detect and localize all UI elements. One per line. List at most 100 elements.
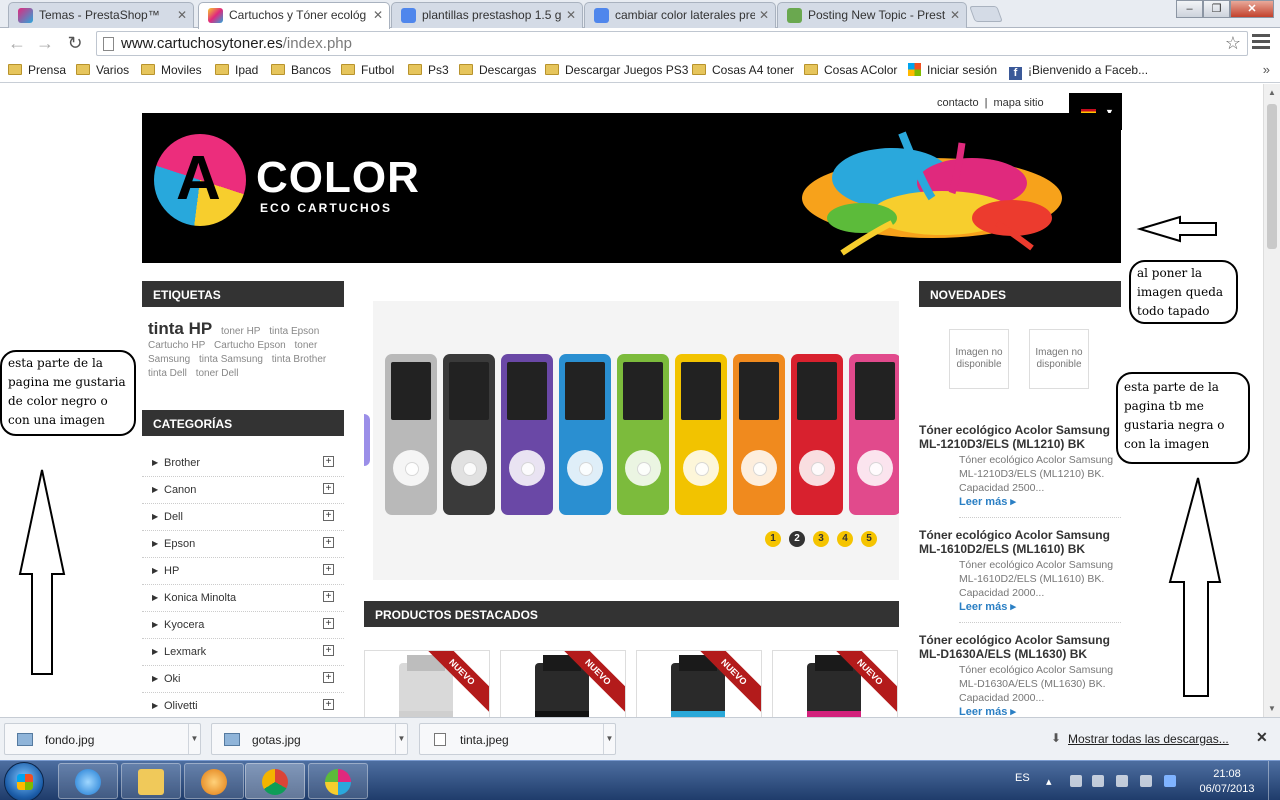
category-epson[interactable]: ▶ Epson +	[142, 531, 344, 558]
network-icon[interactable]	[1140, 775, 1152, 787]
bookmark-star-icon[interactable]: ☆	[1225, 33, 1241, 54]
new-tab-button[interactable]	[969, 6, 1003, 22]
show-all-downloads-link[interactable]: Mostrar todas las descargas...	[1051, 731, 1229, 746]
tag-link[interactable]: tinta Samsung	[199, 354, 263, 365]
scroll-down-icon[interactable]: ▼	[1268, 704, 1276, 713]
bookmark-bancos[interactable]: Bancos	[271, 63, 331, 77]
tag-link[interactable]: Cartucho HP	[148, 340, 205, 351]
tab-cambiar-color[interactable]: cambiar color laterales pre ✕	[584, 2, 776, 28]
product-card[interactable]: NUEVO	[636, 650, 762, 717]
show-desktop-button[interactable]	[1268, 761, 1280, 800]
product-title-link[interactable]: Tóner ecológico Acolor Samsung ML-1610D2…	[919, 528, 1121, 556]
product-card[interactable]: NUEVO	[772, 650, 898, 717]
input-language[interactable]: ES	[1015, 772, 1030, 784]
contact-link[interactable]: contacto	[937, 97, 979, 109]
image-slider[interactable]: 1 2 3 4 5	[373, 301, 899, 580]
close-tab-icon[interactable]: ✕	[950, 8, 960, 22]
tab-posting-new-topic[interactable]: Posting New Topic - Prest ✕	[777, 2, 967, 28]
slider-page-5[interactable]: 5	[861, 531, 877, 547]
product-title-link[interactable]: Tóner ecológico Acolor Samsung ML-1210D3…	[919, 423, 1121, 451]
volume-icon[interactable]	[1116, 775, 1128, 787]
category-kyocera[interactable]: ▶ Kyocera +	[142, 612, 344, 639]
sitemap-link[interactable]: mapa sitio	[993, 97, 1043, 109]
bookmark-ps3[interactable]: Ps3	[408, 63, 449, 77]
scroll-up-icon[interactable]: ▲	[1268, 88, 1276, 97]
chevron-down-icon[interactable]: ▼	[395, 724, 407, 754]
scrollbar-thumb[interactable]	[1267, 104, 1277, 249]
bookmarks-overflow-button[interactable]: »	[1263, 62, 1270, 77]
logo-mark[interactable]: A	[154, 134, 246, 226]
restore-icon[interactable]: ❐	[1203, 0, 1230, 18]
taskbar-paint[interactable]	[308, 763, 368, 799]
taskbar-media-player[interactable]	[184, 763, 244, 799]
product-card[interactable]: NUEVO	[500, 650, 626, 717]
close-window-icon[interactable]: ✕	[1230, 0, 1274, 18]
tab-cartuchos-toner[interactable]: Cartuchos y Tóner ecológ ✕	[198, 2, 390, 29]
tag-link[interactable]: tinta Epson	[269, 326, 319, 337]
category-brother[interactable]: ▶ Brother +	[142, 450, 344, 477]
expand-icon[interactable]: +	[323, 456, 334, 467]
category-oki[interactable]: ▶ Oki +	[142, 666, 344, 693]
address-bar[interactable]: www.cartuchosytoner.es/index.php ☆	[96, 31, 1248, 56]
bookmark-moviles[interactable]: Moviles	[141, 63, 202, 77]
bookmark-futbol[interactable]: Futbol	[341, 63, 394, 77]
taskbar-internet-explorer[interactable]	[58, 763, 118, 799]
no-image-placeholder[interactable]: Imagen no disponible	[949, 329, 1009, 389]
chevron-down-icon[interactable]: ▼	[188, 724, 200, 754]
system-clock[interactable]: 21:08 06/07/2013	[1190, 767, 1264, 797]
category-hp[interactable]: ▶ HP +	[142, 558, 344, 585]
close-downloads-icon[interactable]: ✕	[1256, 729, 1268, 746]
bookmark-prensa[interactable]: Prensa	[8, 63, 66, 77]
download-item[interactable]: fondo.jpg ▼	[4, 723, 201, 755]
reload-icon[interactable]: ↻	[64, 32, 86, 54]
tag-link[interactable]: Cartucho Epson	[214, 340, 286, 351]
close-tab-icon[interactable]: ✕	[373, 8, 383, 22]
read-more-link[interactable]: Leer más ▸	[959, 705, 1121, 717]
read-more-link[interactable]: Leer más ▸	[959, 495, 1121, 508]
expand-icon[interactable]: +	[323, 537, 334, 548]
bookmark-cosas-a4[interactable]: Cosas A4 toner	[692, 63, 794, 77]
expand-icon[interactable]: +	[323, 645, 334, 656]
slider-page-4[interactable]: 4	[837, 531, 853, 547]
tag-link[interactable]: tinta Dell	[148, 368, 187, 379]
tray-expand-icon[interactable]: ▴	[1046, 775, 1058, 788]
menu-icon[interactable]	[1252, 34, 1270, 50]
close-tab-icon[interactable]: ✕	[177, 8, 187, 22]
tab-temas-prestashop[interactable]: Temas - PrestaShop™ ✕	[8, 2, 194, 28]
forward-arrow-icon[interactable]: →	[34, 32, 56, 54]
tag-link[interactable]: tinta HP	[148, 319, 212, 338]
expand-icon[interactable]: +	[323, 699, 334, 710]
download-item[interactable]: tinta.jpeg ▼	[419, 723, 616, 755]
expand-icon[interactable]: +	[323, 510, 334, 521]
chevron-down-icon[interactable]: ▼	[603, 724, 615, 754]
bookmark-facebook[interactable]: f ¡Bienvenido a Faceb...	[1009, 63, 1148, 80]
category-lexmark[interactable]: ▶ Lexmark +	[142, 639, 344, 666]
product-card[interactable]: NUEVO	[364, 650, 490, 717]
bookmark-varios[interactable]: Varios	[76, 63, 129, 77]
taskbar-file-explorer[interactable]	[121, 763, 181, 799]
bookmark-iniciar-sesion[interactable]: Iniciar sesión	[908, 63, 997, 77]
category-olivetti[interactable]: ▶ Olivetti +	[142, 693, 344, 717]
read-more-link[interactable]: Leer más ▸	[959, 600, 1121, 613]
category-konica-minolta[interactable]: ▶ Konica Minolta +	[142, 585, 344, 612]
dropbox-icon[interactable]	[1164, 775, 1176, 787]
bookmark-ipad[interactable]: Ipad	[215, 63, 258, 77]
tag-link[interactable]: tinta Brother	[272, 354, 326, 365]
no-image-placeholder[interactable]: Imagen no disponible	[1029, 329, 1089, 389]
close-tab-icon[interactable]: ✕	[566, 8, 576, 22]
power-icon[interactable]	[1092, 775, 1104, 787]
back-arrow-icon[interactable]: ←	[6, 32, 28, 54]
page-scrollbar[interactable]: ▲ ▼	[1263, 84, 1280, 717]
minimize-icon[interactable]: –	[1176, 0, 1203, 18]
expand-icon[interactable]: +	[323, 618, 334, 629]
category-dell[interactable]: ▶ Dell +	[142, 504, 344, 531]
product-title-link[interactable]: Tóner ecológico Acolor Samsung ML-D1630A…	[919, 633, 1121, 661]
tag-link[interactable]: toner HP	[221, 326, 260, 337]
bookmark-descargas[interactable]: Descargas	[459, 63, 536, 77]
expand-icon[interactable]: +	[323, 591, 334, 602]
tab-plantillas-prestashop[interactable]: plantillas prestashop 1.5 g ✕	[391, 2, 583, 28]
expand-icon[interactable]: +	[323, 672, 334, 683]
tag-link[interactable]: toner Dell	[196, 368, 239, 379]
download-item[interactable]: gotas.jpg ▼	[211, 723, 408, 755]
slider-page-1[interactable]: 1	[765, 531, 781, 547]
